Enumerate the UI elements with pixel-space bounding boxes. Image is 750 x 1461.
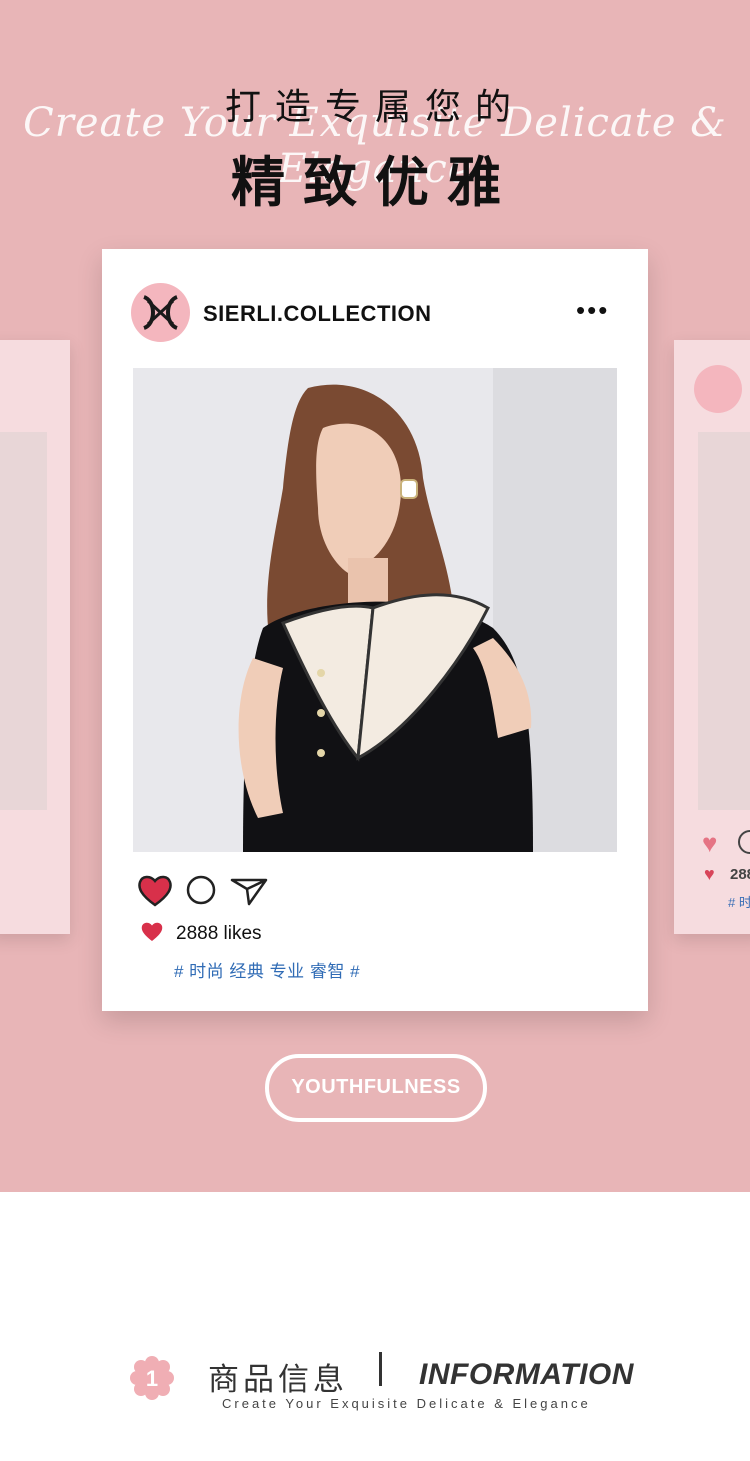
hero-title: 精致优雅 [231,151,519,214]
brand-name[interactable]: SIERLI.COLLECTION [203,301,432,327]
share-icon[interactable] [229,874,269,906]
side-heart-icon: ♥ [702,828,718,858]
more-options-icon[interactable]: ••• [576,297,609,323]
badge-number: 1 [146,1366,158,1391]
likes-count: 2888 likes [176,923,262,944]
product-photo [133,368,617,852]
heart-icon[interactable] [137,874,173,908]
youthfulness-button[interactable]: YOUTHFULNESS [265,1054,487,1122]
youthfulness-label: YOUTHFULNESS [291,1076,461,1098]
side-card-photo-placeholder [698,432,750,810]
brand-logo-icon[interactable] [131,283,190,342]
information-header: 1 商品信息 INFORMATION Create Your Exquisite… [0,1340,750,1420]
likes-heart-icon [141,922,163,941]
hero-subtitle: 打造专属您的 [224,87,525,128]
info-subtitle: Create Your Exquisite Delicate & Eleganc… [222,1396,591,1411]
comment-icon[interactable] [185,874,217,906]
side-card-right: ♥ ♥ 288 # 时 [674,340,750,934]
side-card-left [0,340,70,934]
side-comment-icon [738,830,750,854]
info-title-cn: 商品信息 [208,1362,348,1398]
side-likes-count: 288 [730,866,750,883]
side-tags: # 时 [728,895,750,910]
info-title-en: INFORMATION [419,1358,634,1391]
side-brand-logo-icon [694,365,742,413]
hashtags[interactable]: # 时尚 经典 专业 睿智 # [174,957,360,982]
side-likes-heart-icon: ♥ [704,864,715,884]
side-card-photo-placeholder [0,432,47,810]
model-illustration [133,368,617,852]
brand-logo-mark [143,295,178,330]
flower-badge-icon: 1 [130,1356,174,1400]
post-card: SIERLI.COLLECTION ••• 2888 likes # 时尚 经典… [102,249,648,1011]
info-divider [379,1352,382,1386]
